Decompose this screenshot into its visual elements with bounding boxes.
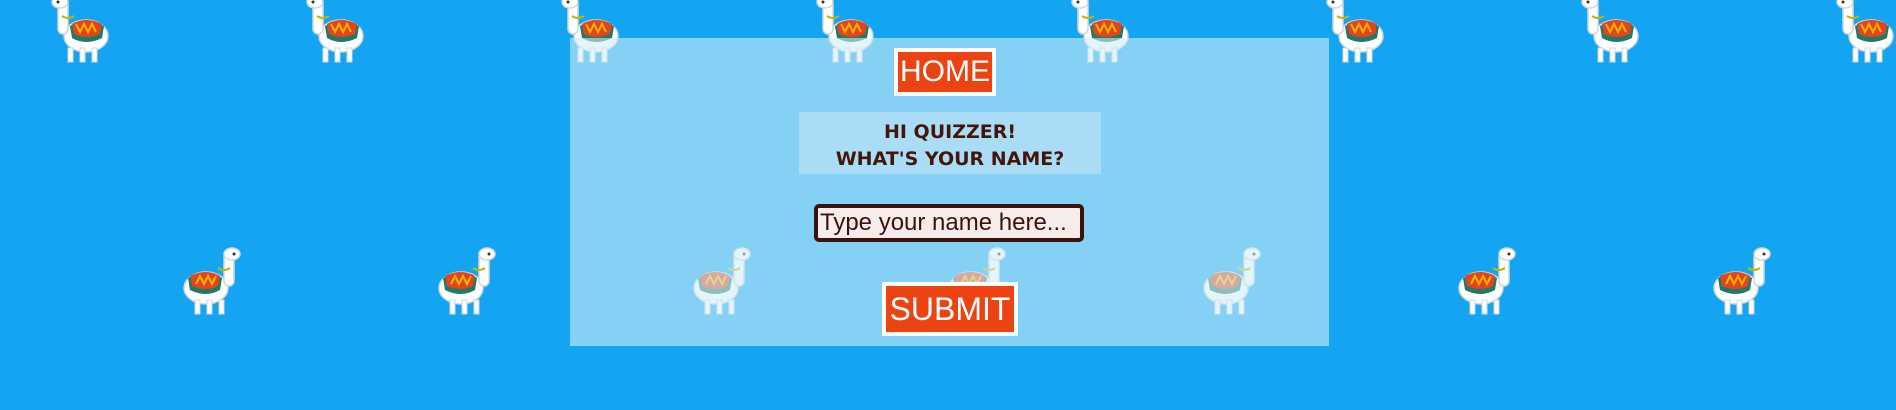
home-button[interactable]: HOME xyxy=(894,48,996,96)
llama-icon xyxy=(305,0,377,74)
llama-icon xyxy=(1445,246,1517,326)
llama-icon xyxy=(50,0,122,74)
greeting-line-2: WHAT'S YOUR NAME? xyxy=(835,148,1065,170)
greeting-box: HI QUIZZER! WHAT'S YOUR NAME? xyxy=(799,112,1101,174)
llama-icon xyxy=(1580,0,1652,74)
quiz-start-panel: HOME HI QUIZZER! WHAT'S YOUR NAME? SUBMI… xyxy=(570,38,1329,346)
submit-button[interactable]: SUBMIT xyxy=(882,282,1018,336)
llama-icon xyxy=(1700,246,1772,326)
llama-icon xyxy=(425,246,497,326)
name-input[interactable] xyxy=(814,204,1084,242)
llama-icon xyxy=(1835,0,1896,74)
greeting-line-1: HI QUIZZER! xyxy=(883,121,1017,143)
llama-icon xyxy=(1325,0,1397,74)
llama-icon xyxy=(170,246,242,326)
